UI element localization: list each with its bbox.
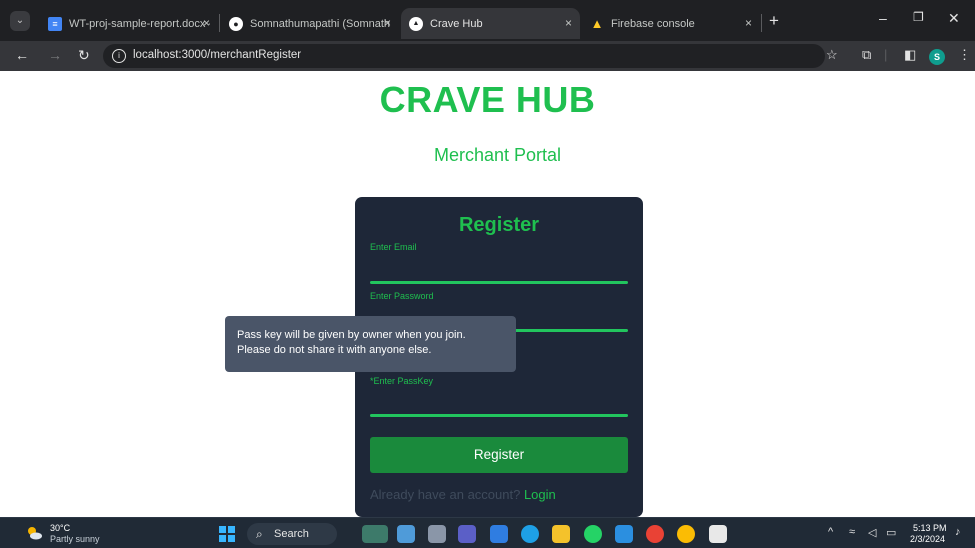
close-icon[interactable]: × — [565, 16, 572, 30]
ms-store-icon[interactable] — [490, 525, 508, 543]
register-button[interactable]: Register — [370, 437, 628, 473]
profile-avatar[interactable]: S — [929, 49, 945, 65]
login-link[interactable]: Login — [524, 487, 556, 502]
edge-icon[interactable] — [521, 525, 539, 543]
brand-title: CRAVE HUB — [379, 79, 596, 120]
side-panel-icon[interactable]: ◧ — [904, 47, 916, 63]
portal-subtitle: Merchant Portal — [433, 145, 562, 165]
bookmark-star-icon[interactable]: ☆ — [826, 47, 838, 63]
chrome-profile-icon[interactable] — [677, 525, 695, 543]
site-info-icon[interactable]: i — [112, 49, 126, 63]
whatsapp-icon[interactable] — [584, 525, 602, 543]
tab-search-button[interactable]: ⌄ — [10, 11, 30, 31]
back-icon[interactable]: ← — [15, 46, 29, 64]
volume-icon[interactable]: ◁ — [868, 526, 876, 539]
chrome-icon[interactable] — [646, 525, 664, 543]
extensions-icon[interactable]: ⧉ — [862, 47, 871, 63]
windows-start-icon[interactable] — [219, 526, 235, 542]
window-close-icon[interactable]: ✕ — [948, 10, 960, 27]
tab-github[interactable]: ● Somnathumapathi (Somnath U) × — [221, 8, 399, 39]
wifi-icon[interactable]: ≈ — [849, 526, 855, 538]
show-hidden-icons[interactable]: ^ — [828, 526, 833, 538]
forward-icon[interactable]: → — [48, 46, 62, 64]
file-explorer-icon[interactable] — [552, 525, 570, 543]
tab-docs[interactable]: ≡ WT-proj-sample-report.docx - × — [40, 8, 218, 39]
windows-taskbar: 30°C Partly sunny ⌕ Search ^ ≈ ◁ ▭ 5:13 … — [0, 517, 975, 548]
login-question: Already have an account? — [370, 487, 521, 502]
new-tab-button[interactable]: + — [769, 12, 779, 29]
browser-toolbar: ← → ↻ i localhost:3000/merchantRegister … — [0, 41, 975, 71]
teams-icon[interactable] — [458, 525, 476, 543]
minimize-icon[interactable]: – — [879, 10, 887, 26]
github-icon: ● — [229, 16, 243, 31]
clock-date[interactable]: 2/3/2024 — [910, 534, 945, 544]
passkey-label: *Enter PassKey — [370, 376, 434, 386]
tab-separator — [219, 14, 220, 32]
search-label: Search — [274, 528, 309, 540]
firebase-icon: ▲ — [590, 16, 604, 31]
close-icon[interactable]: × — [384, 16, 391, 30]
weather-temperature[interactable]: 30°C — [50, 523, 70, 533]
tooltip-line: Please do not share it with anyone else. — [237, 344, 432, 356]
passkey-field[interactable] — [370, 414, 628, 417]
tab-title: WT-proj-sample-report.docx - — [69, 17, 210, 30]
reload-icon[interactable]: ↻ — [78, 46, 90, 64]
taskbar-search[interactable]: ⌕ Search — [247, 523, 337, 545]
tab-separator — [761, 14, 762, 32]
tab-title: Firebase console — [611, 17, 695, 30]
task-view-icon[interactable] — [428, 525, 446, 543]
clock-time[interactable]: 5:13 PM — [913, 523, 947, 533]
page-content: CRAVE HUB Merchant Portal Register Enter… — [0, 71, 975, 517]
passkey-tooltip: Pass key will be given by owner when you… — [225, 316, 516, 372]
widgets-icon[interactable] — [362, 525, 388, 543]
tab-title: Crave Hub — [430, 17, 483, 30]
tab-firebase[interactable]: ▲ Firebase console × — [582, 8, 760, 39]
weather-description[interactable]: Partly sunny — [50, 534, 100, 544]
form-title: Register — [458, 214, 540, 236]
url-text[interactable]: localhost:3000/merchantRegister — [133, 49, 301, 61]
restore-icon[interactable]: ❐ — [913, 10, 924, 24]
react-app-icon: ▲ — [409, 16, 423, 31]
docs-icon: ≡ — [48, 16, 62, 31]
search-icon: ⌕ — [256, 527, 263, 541]
login-prompt: Already have an account? Login — [370, 487, 556, 502]
browser-tab-strip: ⌄ ≡ WT-proj-sample-report.docx - × ● Som… — [0, 0, 975, 41]
copilot-icon[interactable] — [397, 525, 415, 543]
tooltip-line: Pass key will be given by owner when you… — [237, 329, 466, 341]
vscode-icon[interactable] — [615, 525, 633, 543]
notepad-icon[interactable] — [709, 525, 727, 543]
password-label: Enter Password — [370, 291, 434, 301]
toolbar-divider: | — [884, 47, 888, 62]
close-icon[interactable]: × — [203, 16, 210, 30]
notification-bell-icon[interactable]: ♪ — [955, 526, 961, 538]
email-label: Enter Email — [370, 242, 417, 252]
address-bar[interactable]: i localhost:3000/merchantRegister — [103, 44, 825, 68]
close-icon[interactable]: × — [745, 16, 752, 30]
email-field[interactable] — [370, 281, 628, 284]
partly-sunny-icon[interactable] — [26, 525, 42, 541]
battery-icon[interactable]: ▭ — [886, 526, 896, 539]
tab-crave-hub[interactable]: ▲ Crave Hub × — [401, 8, 580, 39]
tab-title: Somnathumapathi (Somnath U) — [250, 17, 391, 30]
menu-icon[interactable]: ⋮ — [958, 47, 971, 63]
